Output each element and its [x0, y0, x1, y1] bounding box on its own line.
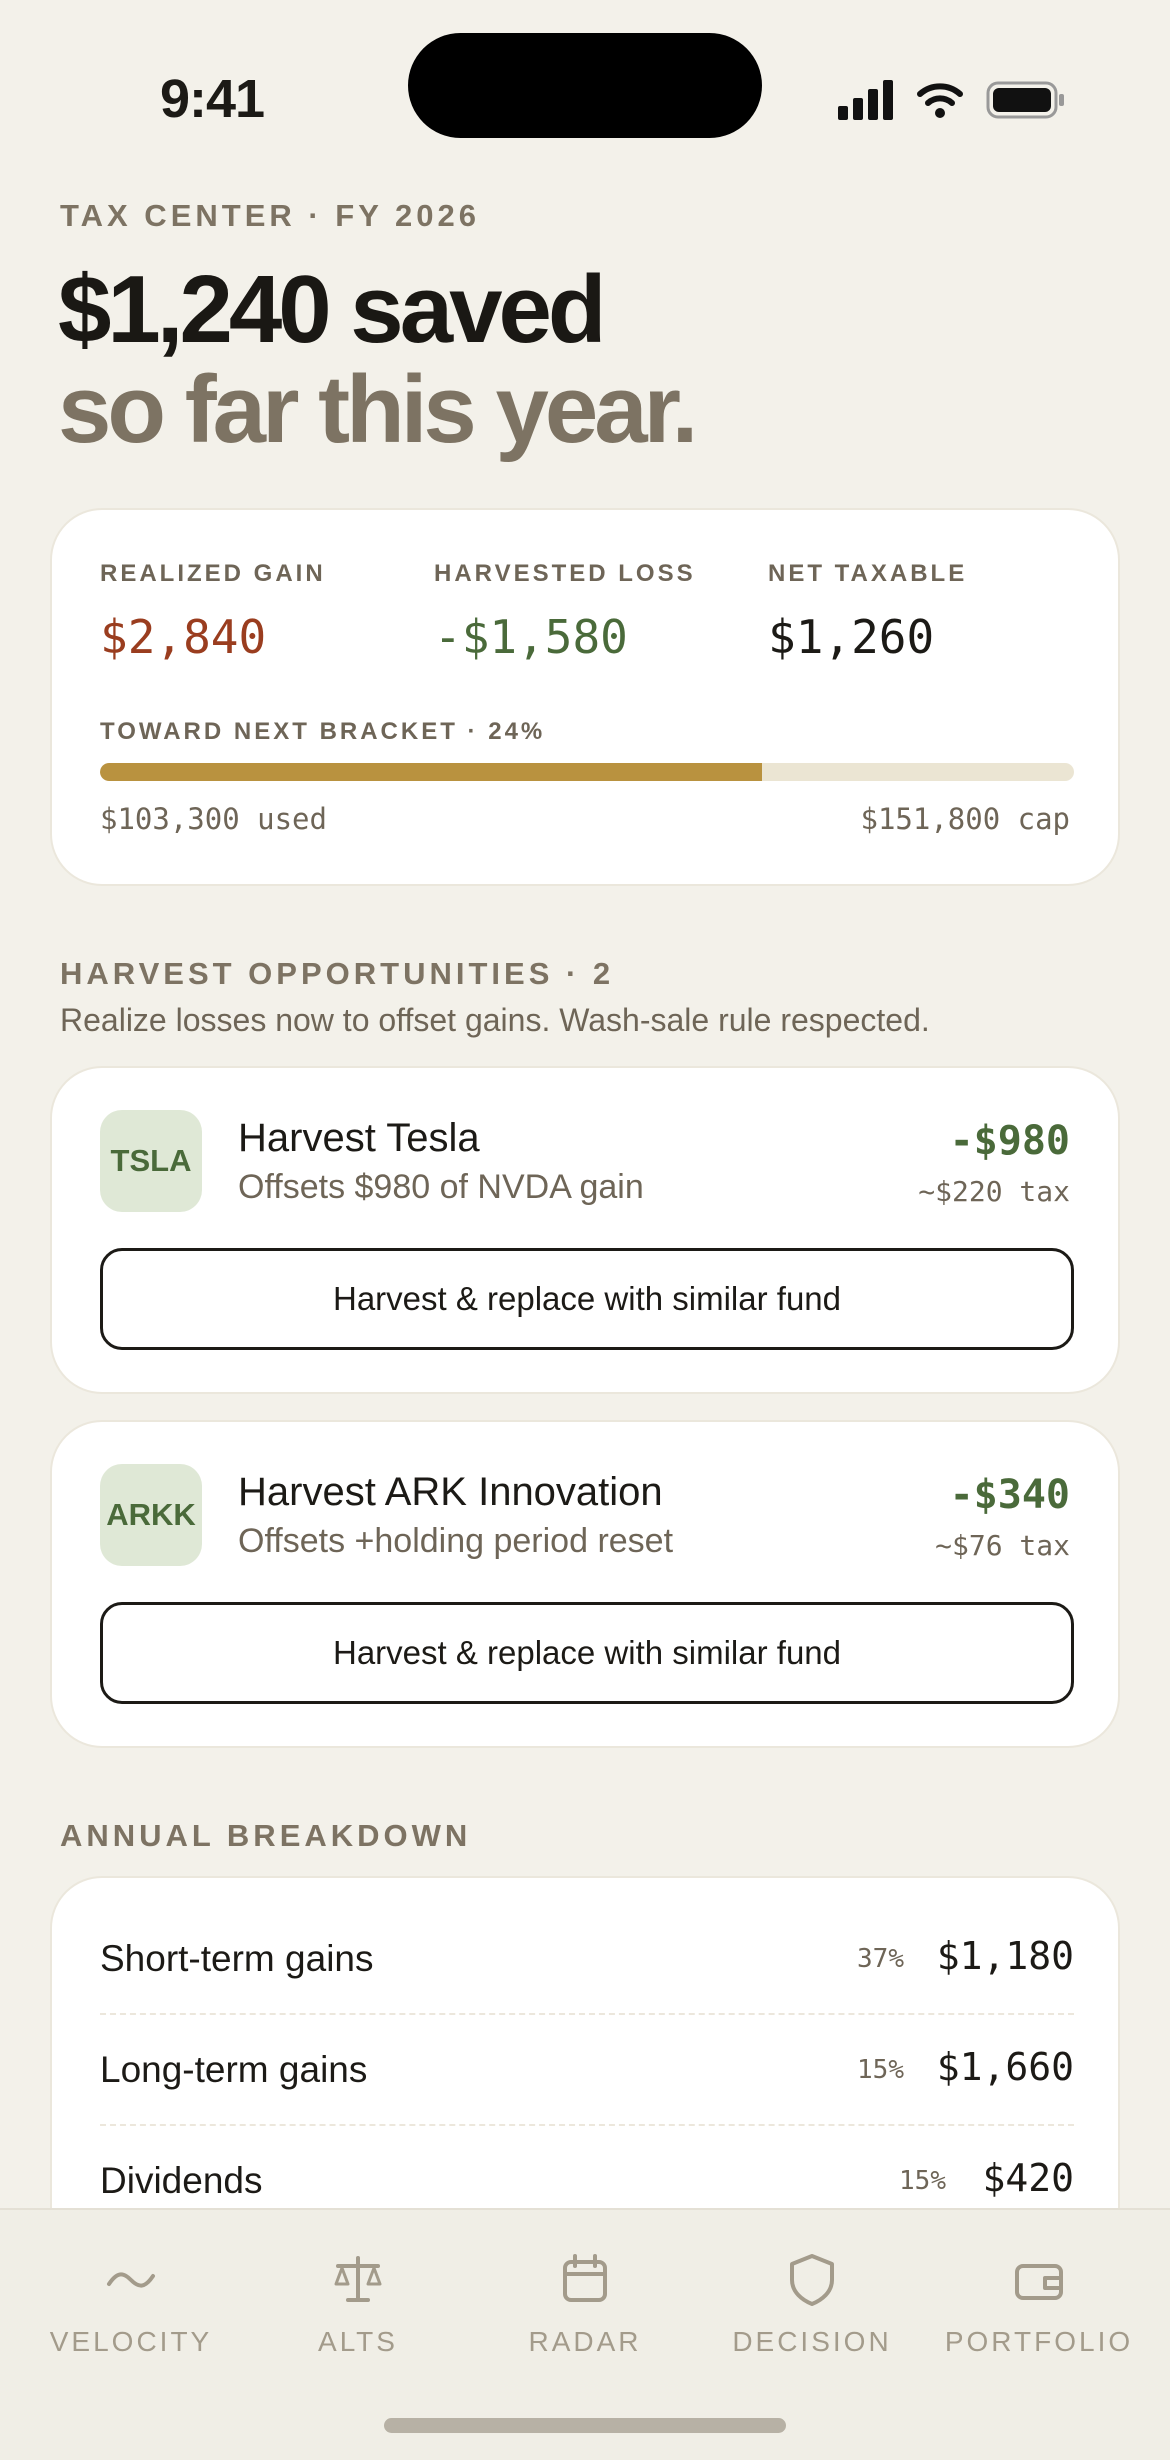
opportunity-tax-savings: ~$76 tax [935, 1529, 1070, 1562]
status-time: 9:41 [160, 69, 265, 129]
ticker-badge: ARKK [100, 1464, 202, 1566]
tab-portfolio[interactable]: PORTFOLIO [926, 2250, 1152, 2358]
stat-label: NET TAXABLE [768, 560, 968, 587]
tab-label: RADAR [528, 2326, 642, 2357]
bracket-progress-fill [100, 763, 763, 781]
status-icons [838, 78, 1066, 122]
tab-alts[interactable]: ALTS [245, 2250, 471, 2358]
wifi-icon [917, 83, 963, 118]
wave-icon [107, 2272, 155, 2288]
opportunity-subtitle: Offsets +holding period reset [238, 1522, 674, 1560]
stat-value: -$1,580 [434, 610, 628, 664]
shield-icon [790, 2254, 834, 2306]
wallet-icon [1015, 2264, 1063, 2300]
dynamic-island [408, 33, 762, 138]
opportunity-subtitle: Offsets $980 of NVDA gain [238, 1168, 644, 1206]
tab-label: VELOCITY [49, 2326, 213, 2357]
bracket-progress-label: TOWARD NEXT BRACKET · 24% [100, 718, 546, 745]
harvest-replace-button[interactable]: Harvest & replace with similar fund [100, 1248, 1074, 1350]
breakdown-row-pct: 15% [899, 2166, 946, 2196]
headline-savings: $1,240 saved [58, 256, 607, 363]
calendar-icon [563, 2254, 607, 2302]
bracket-progress-bar [100, 763, 1074, 781]
breakdown-row-short-term[interactable]: Short-term gains 37% $1,180 [100, 1904, 1074, 2015]
opportunity-title: Harvest ARK Innovation [238, 1470, 663, 1514]
scale-icon [334, 2256, 382, 2302]
stat-label: HARVESTED LOSS [434, 560, 696, 587]
stat-label: REALIZED GAIN [100, 560, 326, 587]
breakdown-row-label: Dividends [100, 2160, 263, 2201]
breakdown-row-long-term[interactable]: Long-term gains 15% $1,660 [100, 2015, 1074, 2126]
stat-harvested-loss: HARVESTED LOSS -$1,580 [434, 560, 696, 664]
phone-screen: 9:41 TAX CENTER · FY 2026 $1,240 saved s… [0, 0, 1170, 2460]
opportunity-card-arkk[interactable]: ARKK Harvest ARK Innovation Offsets +hol… [50, 1420, 1120, 1748]
breakdown-row-pct: 37% [857, 1944, 904, 1974]
tax-summary-card: REALIZED GAIN $2,840 HARVESTED LOSS -$1,… [50, 508, 1120, 886]
tab-radar[interactable]: RADAR [472, 2250, 698, 2358]
opportunity-title: Harvest Tesla [238, 1116, 480, 1160]
opportunity-amount: -$340 [949, 1472, 1070, 1518]
breakdown-row-label: Long-term gains [100, 2049, 368, 2090]
stat-value: $2,840 [100, 610, 267, 664]
home-indicator[interactable] [384, 2418, 786, 2433]
page-eyebrow: TAX CENTER · FY 2026 [60, 198, 480, 233]
bracket-used-label: $103,300 used [100, 802, 327, 836]
breakdown-row-value: $420 [982, 2156, 1074, 2200]
breakdown-section-title: ANNUAL BREAKDOWN [60, 1818, 472, 1853]
ticker-badge: TSLA [100, 1110, 202, 1212]
opportunities-section-subtitle: Realize losses now to offset gains. Wash… [60, 1002, 930, 1038]
opportunities-section-title: HARVEST OPPORTUNITIES · 2 [60, 956, 615, 991]
tab-velocity[interactable]: VELOCITY [18, 2250, 244, 2358]
breakdown-row-value: $1,660 [936, 2045, 1074, 2089]
battery-icon [986, 81, 1064, 119]
cellular-signal-icon [838, 80, 893, 120]
tab-label: ALTS [318, 2326, 398, 2357]
opportunity-amount: -$980 [949, 1118, 1070, 1164]
stat-realized-gain: REALIZED GAIN $2,840 [100, 560, 326, 664]
opportunity-card-tsla[interactable]: TSLA Harvest Tesla Offsets $980 of NVDA … [50, 1066, 1120, 1394]
page-headline: $1,240 saved so far this year. [58, 256, 698, 463]
tab-decision[interactable]: DECISION [699, 2250, 925, 2358]
stat-net-taxable: NET TAXABLE $1,260 [768, 560, 967, 664]
status-bar: 9:41 [0, 0, 1170, 200]
opportunity-tax-savings: ~$220 tax [918, 1175, 1070, 1208]
bracket-cap-label: $151,800 cap [860, 802, 1070, 836]
breakdown-row-label: Short-term gains [100, 1938, 374, 1979]
tab-label: DECISION [732, 2326, 892, 2357]
tab-label: PORTFOLIO [944, 2326, 1134, 2357]
harvest-replace-button[interactable]: Harvest & replace with similar fund [100, 1602, 1074, 1704]
breakdown-row-value: $1,180 [936, 1934, 1074, 1978]
stat-value: $1,260 [768, 610, 935, 664]
headline-period: so far this year. [58, 356, 698, 463]
breakdown-row-pct: 15% [857, 2055, 904, 2085]
